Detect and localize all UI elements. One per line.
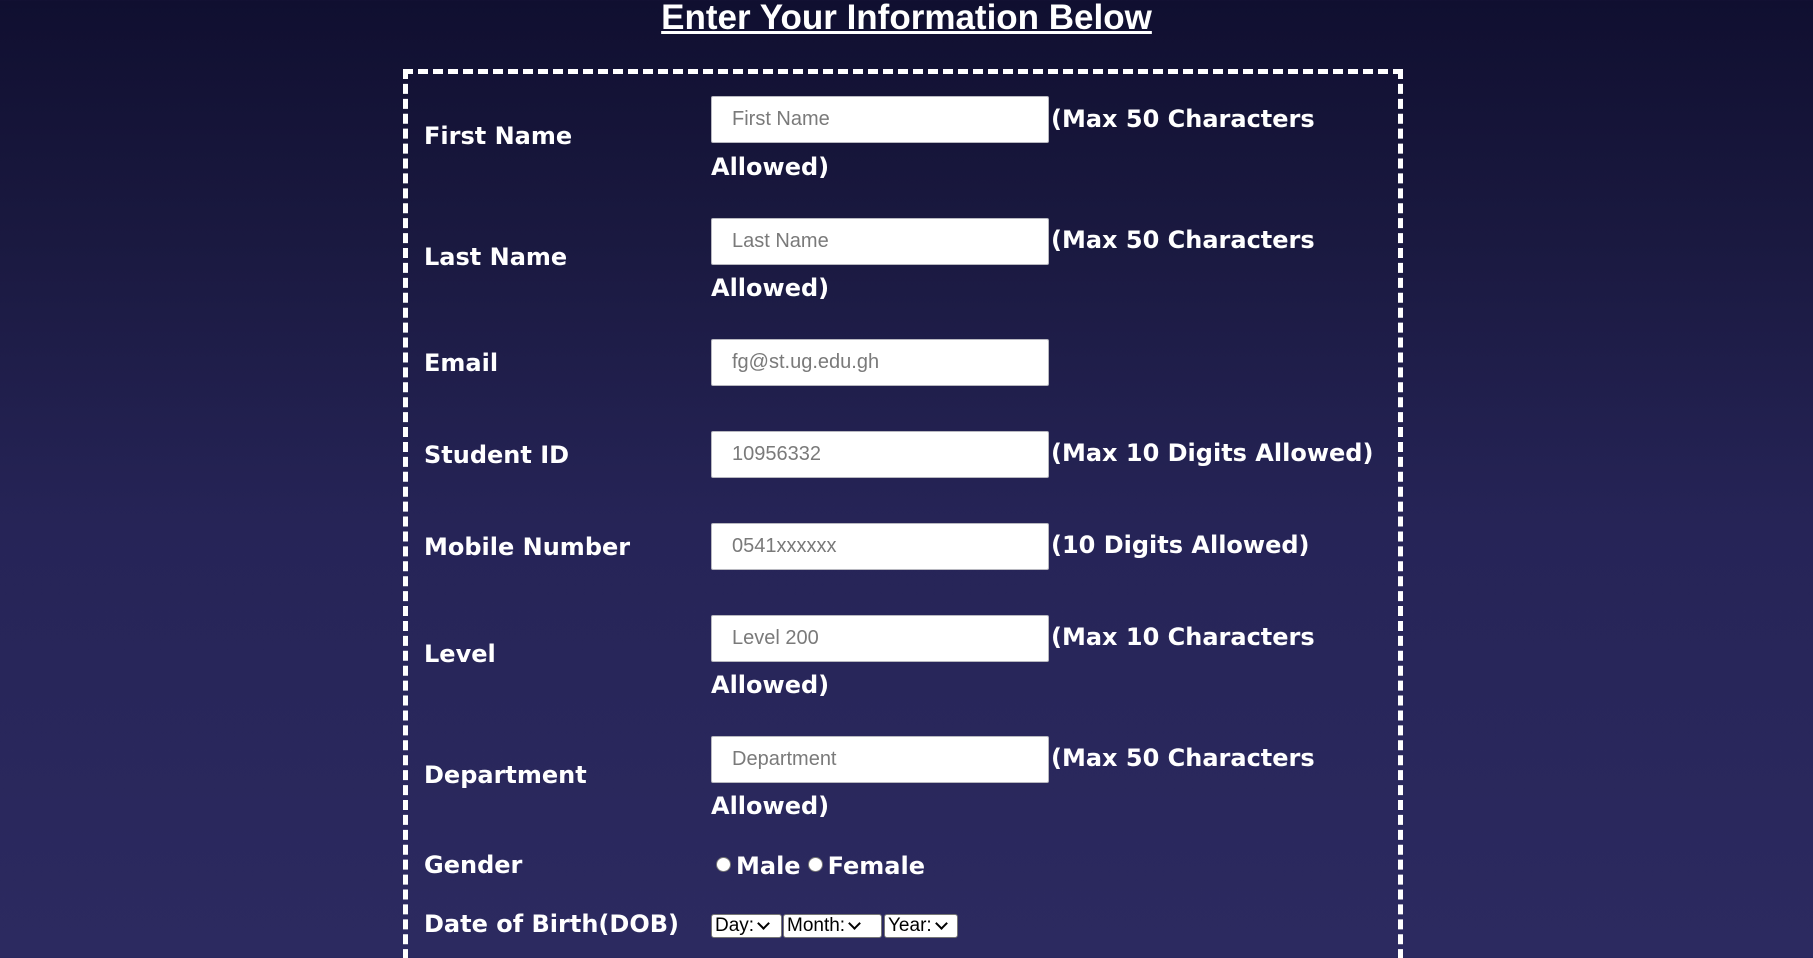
level-input[interactable] [711,615,1049,662]
level-hint-continued: Allowed) [711,671,830,699]
student-id-label: Student ID [424,441,570,469]
level-hint: (Max 10 Characters [1051,623,1315,651]
mobile-number-hint: (10 Digits Allowed) [1051,531,1310,559]
gender-options: Male Female [716,851,932,881]
dob-month-value: Month: [787,915,846,936]
dob-year-value: Year: [888,915,932,936]
department-input[interactable] [711,736,1049,783]
department-hint-continued: Allowed) [711,792,830,820]
email-label: Email [424,349,499,377]
dob-year-select[interactable]: Year: [884,914,958,938]
form-container [403,69,1403,958]
last-name-hint-continued: Allowed) [711,274,830,302]
page-title: Enter Your Information Below [661,0,1152,37]
first-name-hint-continued: Allowed) [711,153,830,181]
mobile-number-label: Mobile Number [424,533,631,561]
first-name-label: First Name [424,122,573,150]
last-name-hint: (Max 50 Characters [1051,226,1315,254]
first-name-hint: (Max 50 Characters [1051,105,1315,133]
dob-day-select[interactable]: Day: [711,914,782,938]
gender-female-radio[interactable] [807,856,823,872]
gender-male-radio[interactable] [716,856,731,872]
gender-female-label[interactable]: Female [828,852,925,880]
dob-day-value: Day: [715,915,755,936]
department-hint: (Max 50 Characters [1051,744,1315,772]
student-id-hint: (Max 10 Digits Allowed) [1051,439,1374,467]
mobile-number-input[interactable] [711,523,1049,570]
dob-month-select[interactable]: Month: [783,914,882,938]
chevron-down-icon [848,917,861,930]
department-label: Department [424,761,587,789]
last-name-label: Last Name [424,243,568,271]
dob-label: Date of Birth(DOB) [424,910,679,938]
email-input[interactable] [711,339,1049,386]
level-label: Level [424,640,496,668]
student-id-input[interactable] [711,431,1049,478]
last-name-input[interactable] [711,218,1049,265]
gender-label: Gender [424,851,523,879]
chevron-down-icon [934,917,948,930]
gender-male-label[interactable]: Male [736,852,801,880]
first-name-input[interactable] [711,96,1049,143]
chevron-down-icon [757,917,770,930]
